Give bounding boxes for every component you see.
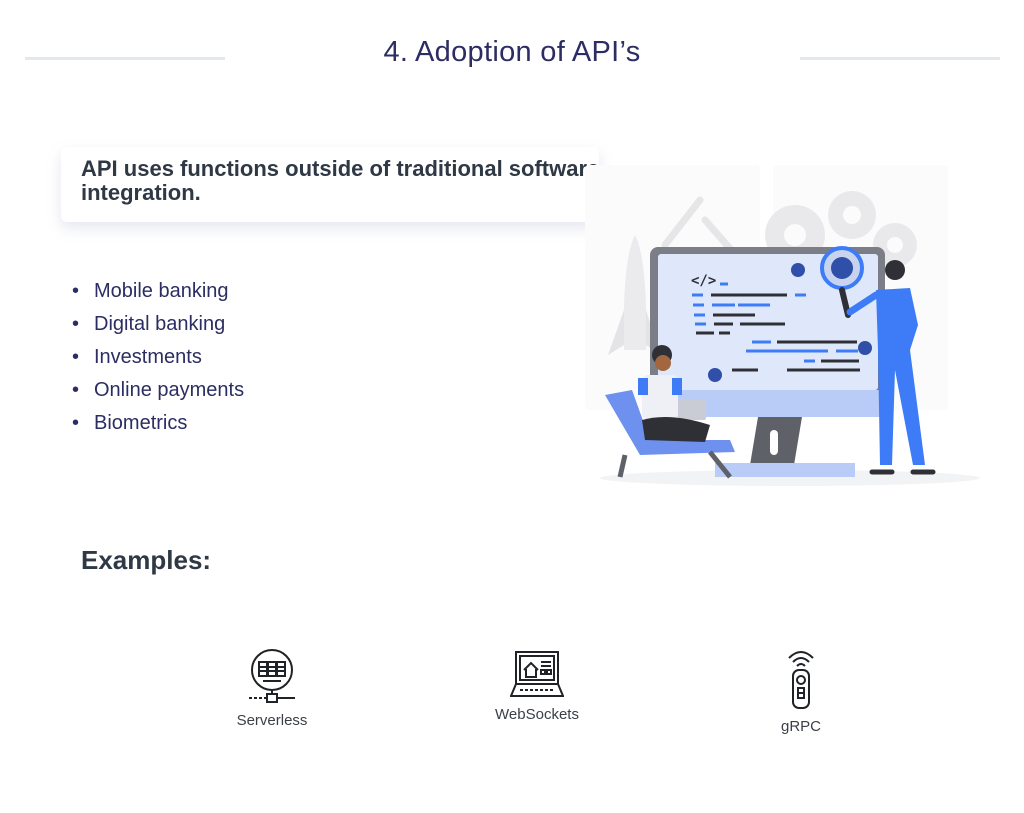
list-item: • Mobile banking — [72, 278, 244, 311]
example-websockets: WebSockets — [467, 650, 607, 723]
remote-signal-icon — [788, 651, 814, 709]
list-item-label: Investments — [94, 346, 202, 368]
page-title: 4. Adoption of API’s — [383, 36, 641, 68]
example-label: WebSockets — [495, 706, 579, 723]
list-item-label: Mobile banking — [94, 280, 229, 302]
list-item-label: Biometrics — [94, 412, 188, 434]
example-label: Serverless — [236, 712, 308, 729]
examples-heading: Examples: — [81, 545, 212, 575]
intro-card: API uses functions outside of traditiona… — [61, 147, 599, 222]
list-item: • Investments — [72, 344, 244, 377]
list-item: • Online payments — [72, 377, 244, 410]
laptop-web-icon — [510, 651, 564, 697]
list-item-label: Digital banking — [94, 313, 226, 335]
example-serverless: Serverless — [202, 648, 342, 729]
debugging-illustration: </> — [585, 165, 980, 486]
server-network-icon — [249, 649, 295, 703]
example-grpc: gRPC — [731, 648, 871, 735]
list-item-label: Online payments — [94, 379, 245, 401]
list-item: • Digital banking — [72, 311, 244, 344]
bullet-icon: • — [72, 379, 80, 401]
bullet-icon: • — [72, 346, 80, 368]
bullet-icon: • — [72, 412, 80, 434]
bullet-icon: • — [72, 280, 80, 302]
list-item: • Biometrics — [72, 410, 244, 443]
bullet-icon: • — [72, 313, 80, 335]
example-label: gRPC — [780, 718, 821, 735]
code-tag: </> — [691, 273, 716, 289]
intro-text: API uses functions outside of traditiona… — [81, 156, 600, 205]
use-case-list: • Mobile banking • Digital banking • Invest… — [72, 278, 244, 443]
